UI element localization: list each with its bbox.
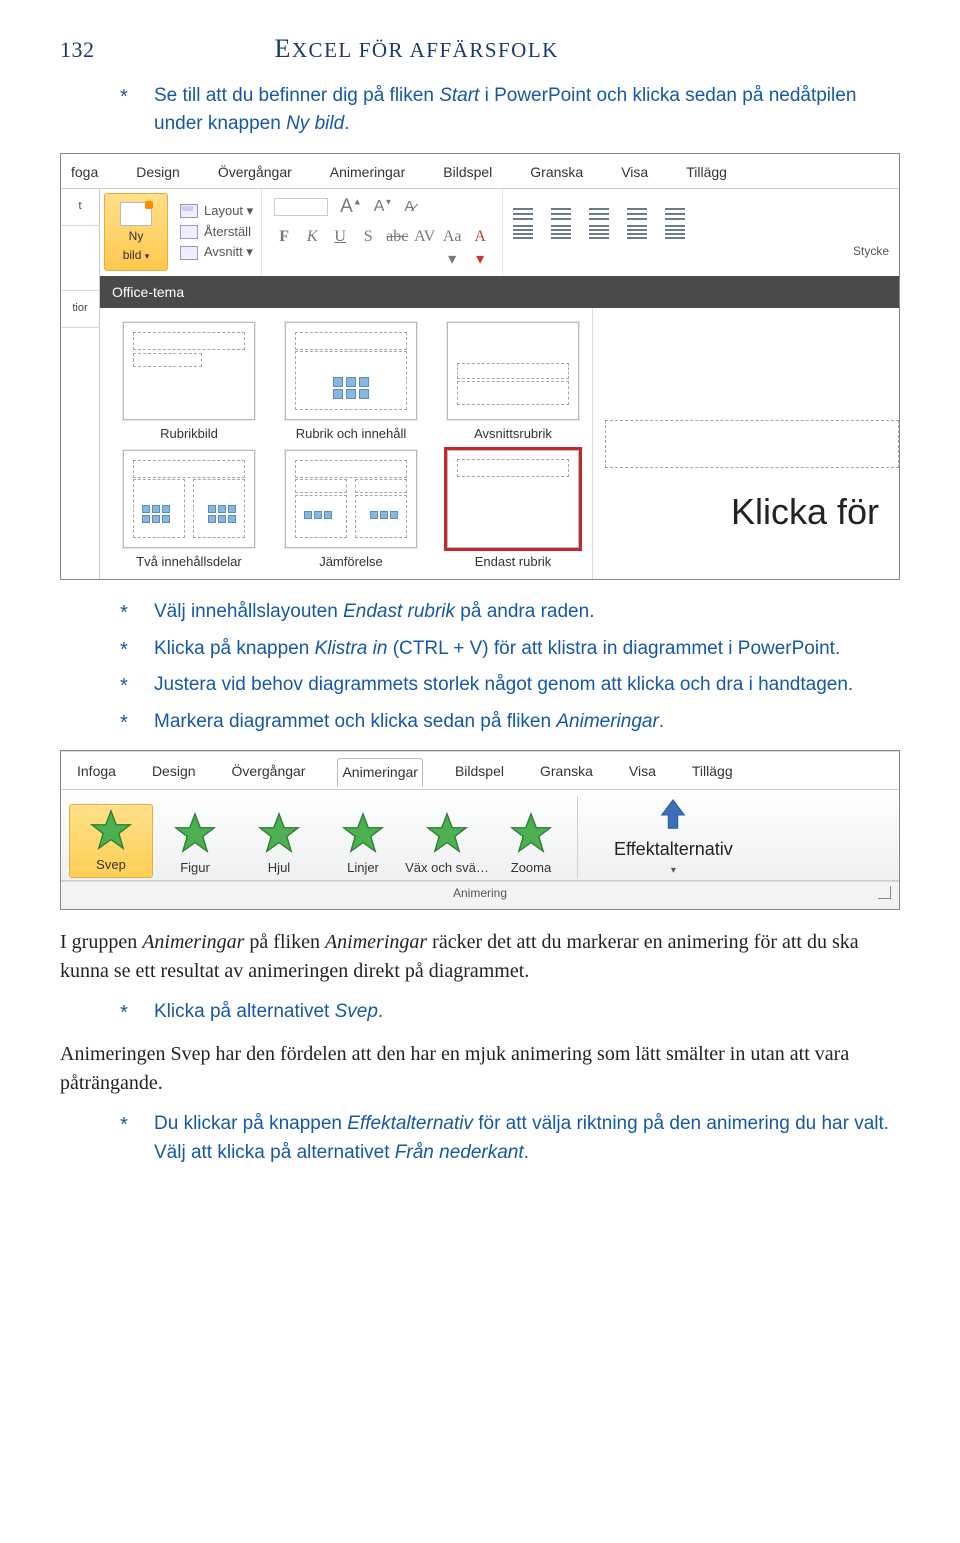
animation-group-label: Animering <box>61 881 899 908</box>
section-dropdown[interactable]: Avsnitt ▾ <box>204 243 253 262</box>
ribbon-tabs: foga Design Övergångar Animeringar Bilds… <box>61 154 899 189</box>
leftcol-cell <box>61 226 99 291</box>
clear-format-icon[interactable]: A̷ <box>404 196 414 218</box>
line-spacing-icon[interactable] <box>665 206 685 220</box>
char-spacing-button[interactable]: AV <box>414 225 434 271</box>
tab-animeringar[interactable]: Animeringar <box>328 160 407 184</box>
bullet-justera: Justera vid behov diagrammets storlek nå… <box>120 671 900 700</box>
layout-icon <box>180 204 198 218</box>
star-icon <box>509 811 553 855</box>
decrease-font-icon[interactable]: A▼ <box>374 195 393 218</box>
tab-overgangar[interactable]: Övergångar <box>228 758 310 786</box>
tab-design[interactable]: Design <box>148 758 200 786</box>
tab-visa[interactable]: Visa <box>625 758 660 786</box>
tab-bildspel[interactable]: Bildspel <box>441 160 494 184</box>
reset-icon <box>180 225 198 239</box>
numbering-icon[interactable] <box>551 206 571 220</box>
tab-overgangar[interactable]: Övergångar <box>216 160 294 184</box>
tab-infoga[interactable]: Infoga <box>73 758 120 786</box>
chevron-down-icon[interactable]: ▾ <box>145 251 150 261</box>
layout-dropdown[interactable]: Layout ▾ <box>204 202 253 221</box>
anim-svep[interactable]: Svep <box>69 804 153 878</box>
arrow-up-icon <box>654 796 692 834</box>
font-group: A▲ A▼ A̷ F K U S abc AV Aa ▾ A ▾ <box>262 189 503 275</box>
bullet-animeringar: Markera diagrammet och klicka sedan på f… <box>120 708 900 737</box>
strike-button[interactable]: abc <box>386 225 406 271</box>
star-icon <box>89 808 133 852</box>
columns-icon[interactable] <box>665 224 685 238</box>
increase-font-icon[interactable]: A▲ <box>340 193 362 221</box>
dialog-launcher-icon[interactable] <box>878 886 891 899</box>
preview-title-text: Klicka för <box>731 486 879 538</box>
italic-button[interactable]: K <box>302 225 322 271</box>
indent-inc-icon[interactable] <box>627 206 647 220</box>
tab-granska[interactable]: Granska <box>528 160 585 184</box>
slide-preview: Klicka för <box>592 308 899 579</box>
tab-tillagg[interactable]: Tillägg <box>688 758 737 786</box>
bold-button[interactable]: F <box>274 225 294 271</box>
layout-endast-rubrik[interactable]: Endast rubrik <box>442 450 584 570</box>
case-button[interactable]: Aa ▾ <box>442 225 462 271</box>
align-center-icon[interactable] <box>551 224 571 238</box>
layout-rubrikbild[interactable]: Rubrikbild <box>118 322 260 442</box>
bullets-icon[interactable] <box>513 206 533 220</box>
reset-button[interactable]: Återställ <box>204 223 251 242</box>
font-size-input[interactable] <box>274 198 328 216</box>
underline-button[interactable]: U <box>330 225 350 271</box>
screenshot-layouts: foga Design Övergångar Animeringar Bilds… <box>60 153 900 581</box>
tab-granska[interactable]: Granska <box>536 758 597 786</box>
office-theme-header: Office-tema <box>100 276 899 308</box>
star-icon <box>173 811 217 855</box>
tab-visa[interactable]: Visa <box>619 160 650 184</box>
anim-linjer[interactable]: Linjer <box>321 811 405 878</box>
font-color-button[interactable]: A ▾ <box>470 225 490 271</box>
layout-rubrik-och-innehall[interactable]: Rubrik och innehåll <box>280 322 422 442</box>
anim-zooma[interactable]: Zooma <box>489 811 573 878</box>
indent-dec-icon[interactable] <box>589 206 609 220</box>
bullet-endast-rubrik: Välj innehållslayouten Endast rubrik på … <box>120 598 900 627</box>
new-slide-button[interactable]: Ny bild ▾ <box>104 193 168 271</box>
star-icon <box>425 811 469 855</box>
tab-animeringar-active[interactable]: Animeringar <box>337 758 422 786</box>
bullet-klistra-in: Klicka på knappen Klistra in (CTRL + V) … <box>120 635 900 664</box>
leftcol-cell: tior <box>61 291 99 328</box>
shadow-button[interactable]: S <box>358 225 378 271</box>
prose-svep-fordel: Animeringen Svep har den fördelen att de… <box>60 1040 900 1098</box>
layout-avsnittsrubrik[interactable]: Avsnittsrubrik <box>442 322 584 442</box>
intro-bullet: Se till att du befinner dig på fliken St… <box>120 82 900 139</box>
tab-foga[interactable]: foga <box>69 160 100 184</box>
anim-hjul[interactable]: Hjul <box>237 811 321 878</box>
book-title: EXCEL FÖR AFFÄRSFOLK <box>275 30 559 68</box>
star-icon <box>257 811 301 855</box>
tab-bildspel[interactable]: Bildspel <box>451 758 508 786</box>
layout-jamforelse[interactable]: Jämförelse <box>280 450 422 570</box>
star-icon <box>341 811 385 855</box>
anim-figur[interactable]: Figur <box>153 811 237 878</box>
align-justify-icon[interactable] <box>627 224 647 238</box>
effect-options-button[interactable]: Effektalternativ ▾ <box>614 796 733 879</box>
ribbon-tabs-anim: Infoga Design Övergångar Animeringar Bil… <box>61 751 899 788</box>
screenshot-animations: Infoga Design Övergångar Animeringar Bil… <box>60 750 900 909</box>
align-left-icon[interactable] <box>513 224 533 238</box>
leftcol-cell: t <box>61 189 99 226</box>
anim-vax-och-sva[interactable]: Väx och svä… <box>405 811 489 878</box>
new-slide-icon <box>120 202 152 226</box>
section-icon <box>180 246 198 260</box>
bullet-effektalternativ: Du klickar på knappen Effektalternativ f… <box>120 1110 900 1167</box>
layouts-grid: Rubrikbild Rubrik och innehåll <box>100 308 592 579</box>
page-number: 132 <box>60 34 95 66</box>
ribbon-strip: Ny bild ▾ Layout ▾ Återställ Avsnitt ▾ A… <box>100 189 899 276</box>
paragraph-group: Stycke <box>503 189 899 275</box>
bullet-svep: Klicka på alternativet Svep. <box>120 998 900 1027</box>
prose-animeringar: I gruppen Animeringar på fliken Animerin… <box>60 928 900 986</box>
layout-tva-innehallsdelar[interactable]: Två innehållsdelar <box>118 450 260 570</box>
tab-design[interactable]: Design <box>134 160 182 184</box>
tab-tillagg[interactable]: Tillägg <box>684 160 729 184</box>
paragraph-group-label: Stycke <box>853 243 889 260</box>
align-right-icon[interactable] <box>589 224 609 238</box>
